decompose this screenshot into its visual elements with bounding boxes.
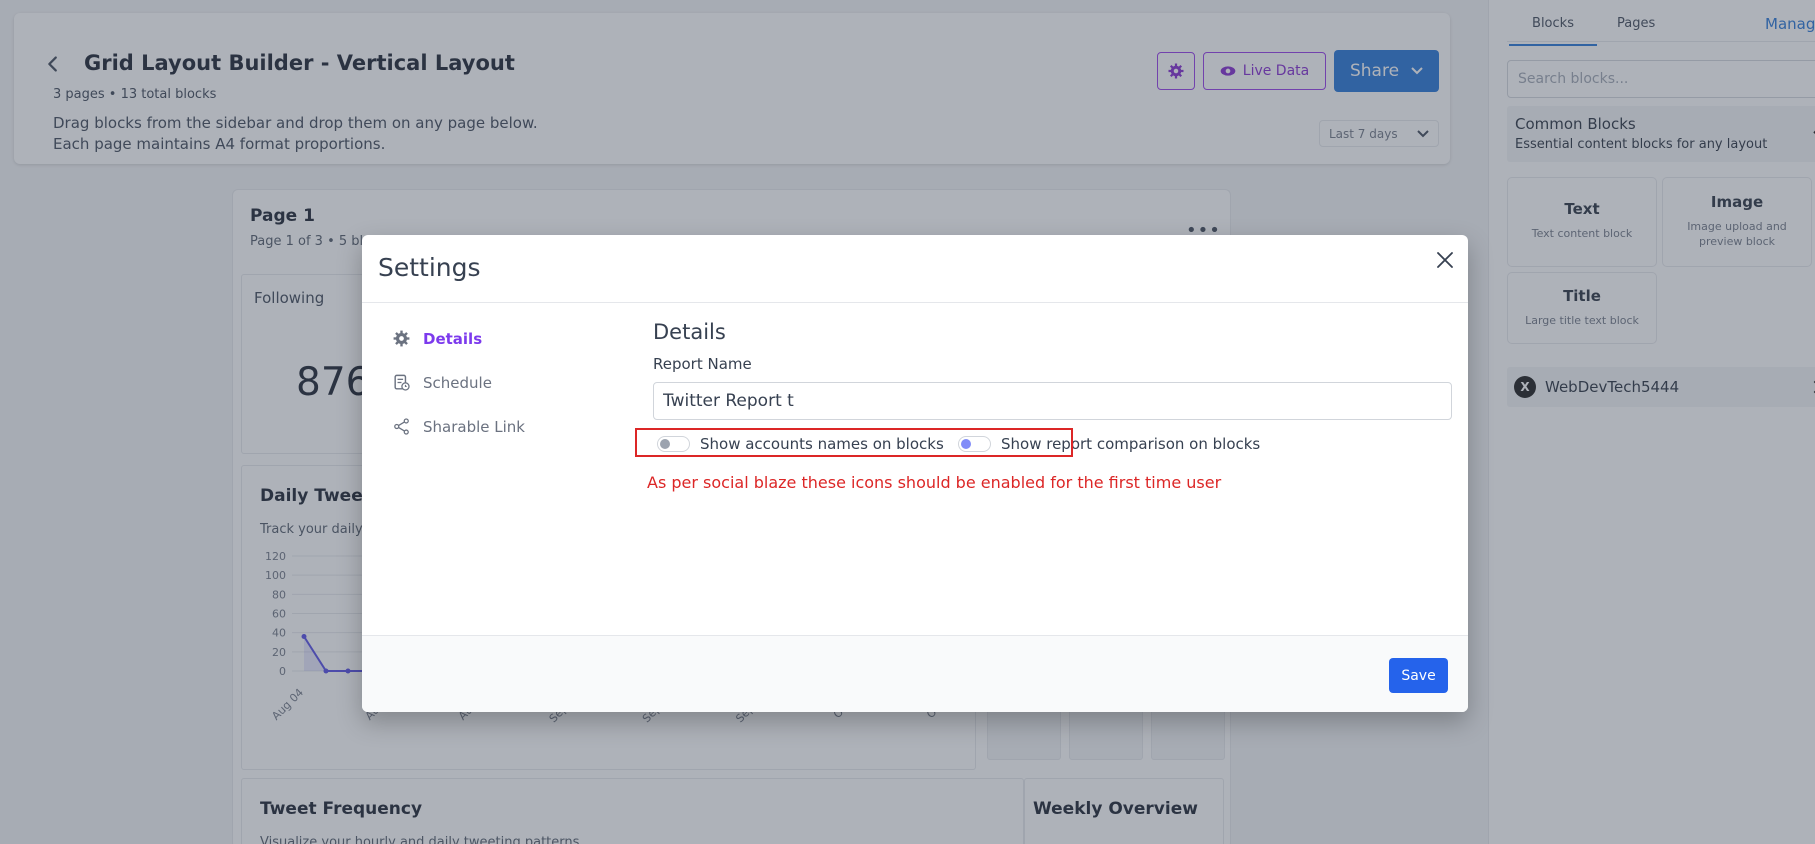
annotation-text: As per social blaze these icons should b… bbox=[647, 473, 1222, 492]
nav-details[interactable]: Details bbox=[392, 329, 482, 348]
modal-title: Settings bbox=[378, 253, 481, 282]
report-name-label: Report Name bbox=[653, 355, 752, 373]
report-name-input[interactable] bbox=[653, 382, 1452, 420]
save-button[interactable]: Save bbox=[1389, 658, 1448, 693]
modal-footer bbox=[362, 635, 1468, 712]
gear-icon bbox=[393, 330, 410, 347]
details-section-title: Details bbox=[653, 320, 726, 344]
nav-sharable-link[interactable]: Sharable Link bbox=[392, 417, 525, 436]
nav-details-label: Details bbox=[423, 329, 483, 348]
annotation-highlight-box bbox=[635, 428, 1073, 457]
settings-modal: Settings Details Schedule Sharable Link … bbox=[362, 235, 1468, 712]
nav-schedule-label: Schedule bbox=[423, 373, 492, 392]
nav-schedule[interactable]: Schedule bbox=[392, 373, 492, 392]
close-icon[interactable] bbox=[1433, 248, 1457, 272]
share-icon bbox=[394, 418, 409, 435]
schedule-icon bbox=[394, 374, 410, 391]
nav-sharable-link-label: Sharable Link bbox=[423, 417, 525, 436]
modal-divider bbox=[362, 302, 1468, 303]
